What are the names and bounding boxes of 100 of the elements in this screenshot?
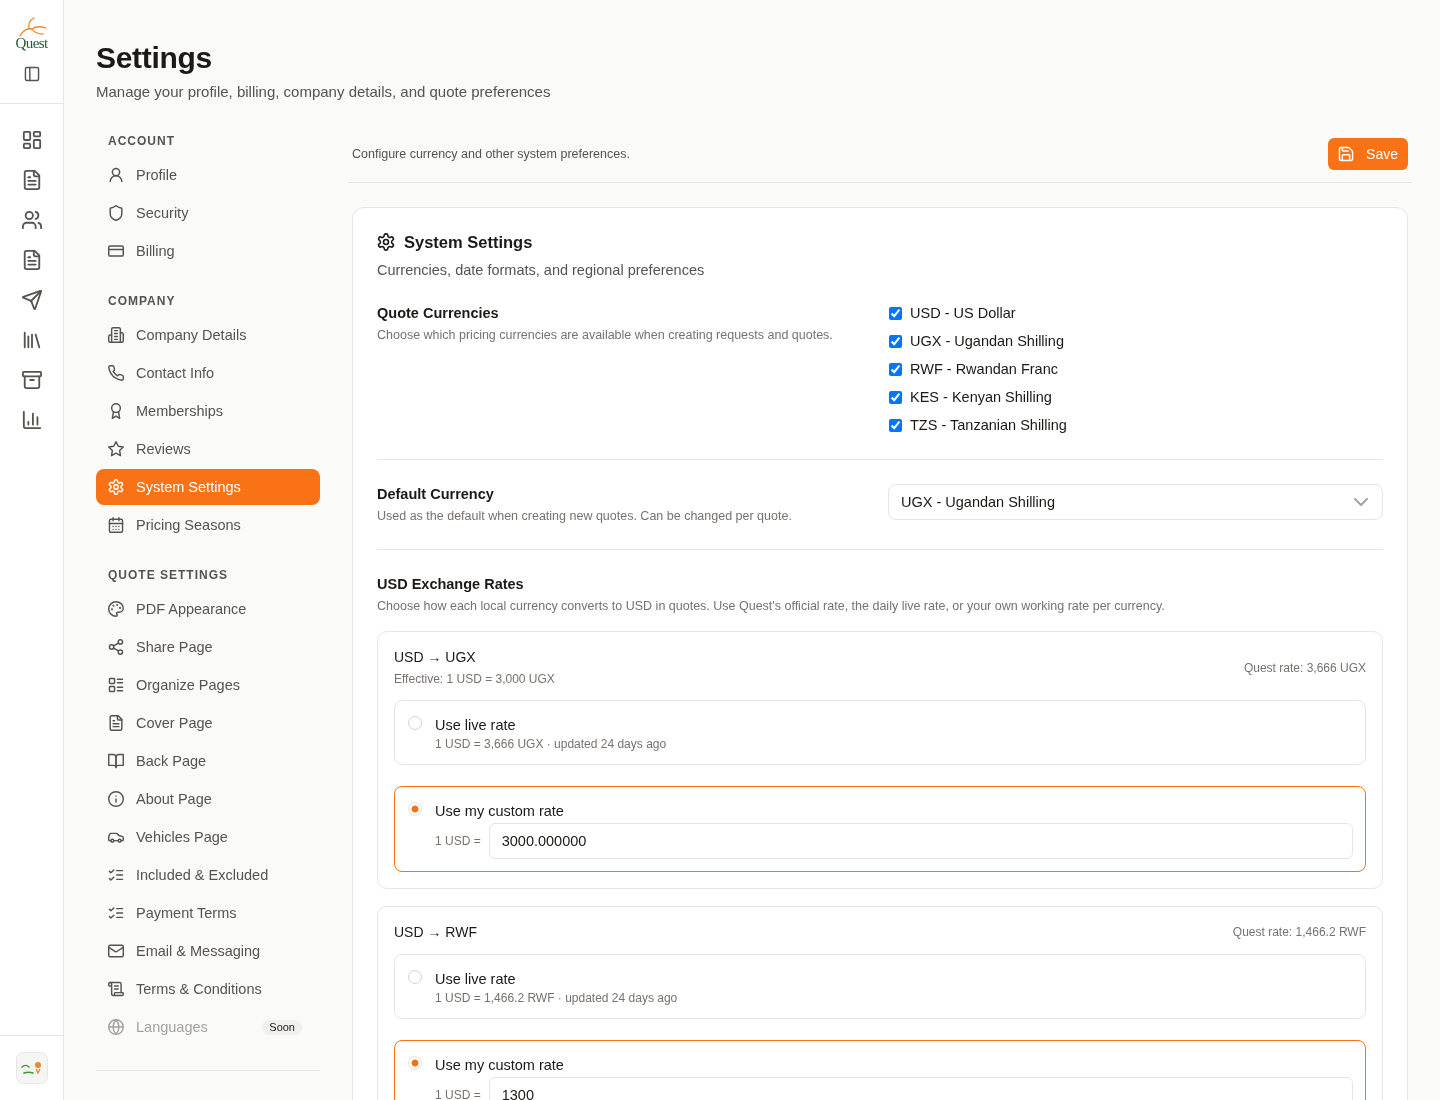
quest-rate: Quest rate: 3,666 UGX [1243,659,1366,676]
nav-item[interactable]: Terms & Conditions [96,971,320,1007]
nav-item[interactable]: Profile [96,157,320,193]
settings-icon [108,479,124,495]
section-title: Quote Currencies [377,304,500,323]
save-icon [1338,146,1355,162]
nav-item[interactable]: Pricing Seasons [96,507,320,543]
checklist-icon [108,867,124,883]
currency-label: UGX - Ugandan Shilling [910,332,1064,351]
nav-item[interactable]: PDF Appearance [96,591,320,627]
building-icon [108,327,124,343]
currency-checkbox[interactable] [889,334,902,348]
currency-checkbox[interactable] [889,306,902,320]
palette-icon [108,601,124,617]
info-icon [108,791,124,807]
book-icon [108,753,124,769]
option-detail: 1 USD = 1,466.2 RWF · updated 24 days ago [435,990,679,1006]
currency-label: USD - US Dollar [910,304,1016,323]
nav-item[interactable]: Email & Messaging [96,933,320,969]
content-description: Configure currency and other system preferences. [352,147,630,161]
section-heading: ACCOUNT [107,133,176,150]
rate-prefix: 1 USD = [435,1088,481,1100]
page-title: Settings [96,40,213,76]
brand-name: Quest [15,36,48,50]
rate-option[interactable]: Use my custom rate 1 USD = 1300 [394,1040,1366,1100]
section-heading: COMPANY [107,293,177,310]
grid-icon[interactable] [21,130,42,150]
nav-item[interactable]: About Page [96,781,320,817]
nav-item[interactable]: Company Details [96,317,320,353]
nav-item[interactable]: Vehicles Page [96,819,320,855]
checklist-icon [108,905,124,921]
send-icon[interactable] [21,290,42,310]
section-heading: QUOTE SETTINGS [107,567,229,584]
rate-option[interactable]: Use live rate 1 USD = 3,666 UGX · updated 24 days ago [394,700,1366,765]
currency-label: KES - Kenyan Shilling [910,388,1052,407]
rate-option[interactable]: Use live rate 1 USD = 1,466.2 RWF · updated 24 days ago [394,954,1366,1019]
section-description: Choose which pricing currencies are available when creating requests and quotes. [377,327,834,344]
option-title: Use my custom rate [435,1056,565,1075]
option-detail: 1 USD = 3,666 UGX · updated 24 days ago [435,736,668,752]
nav-item[interactable]: Back Page [96,743,320,779]
option-title: Use my custom rate [435,802,565,821]
status-badge: Soon [262,1019,302,1035]
credit-card-icon [108,243,124,259]
chevron-down-icon [1354,495,1368,509]
effective-rate: Effective: 1 USD = 3,000 UGX [394,671,555,687]
nav-item[interactable]: Contact Info [96,355,320,391]
ribbon-icon [108,403,124,419]
company-logo-icon[interactable] [15,1052,48,1084]
currency-checkbox[interactable] [889,362,902,376]
page-subtitle: Manage your profile, billing, company details, and quote preferences [96,82,552,102]
rate-prefix: 1 USD = [435,834,481,848]
globe-icon [108,1019,124,1035]
sidebar-toggle-icon[interactable] [23,66,40,82]
settings-icon [377,233,395,251]
rate-pair-title: USD → UGX [394,648,477,666]
section-description: Choose how each local currency converts to USD in quotes. Use Quest's official rate, the daily live rate, or your own working rate per currency. [377,598,1166,615]
document-icon[interactable] [21,250,42,270]
nav-item[interactable]: Memberships [96,393,320,429]
layout-list-icon [108,677,124,693]
radio-button[interactable] [408,802,422,816]
nav-item[interactable]: Security [96,195,320,231]
library-icon[interactable] [21,330,42,350]
user-icon [108,167,124,183]
phone-icon [108,365,124,381]
section-description: Used as the default when creating new quotes. Can be changed per quote. [377,508,793,525]
card-subtitle: Currencies, date formats, and regional preferences [377,261,706,280]
nav-item[interactable]: Payment Terms [96,895,320,931]
nav-item[interactable]: Included & Excluded [96,857,320,893]
shield-icon [108,205,124,221]
share-icon [108,639,124,655]
rate-input[interactable]: 3000.000000 [488,823,1353,859]
nav-item[interactable]: Billing [96,233,320,269]
nav-item[interactable]: Share Page [96,629,320,665]
nav-item[interactable]: Reviews [96,431,320,467]
currency-checkbox[interactable] [889,390,902,404]
nav-item[interactable]: Cover Page [96,705,320,741]
currency-select[interactable]: UGX - Ugandan Shilling [888,484,1383,520]
option-title: Use live rate [435,970,517,989]
users-icon[interactable] [21,210,42,230]
star-icon [108,441,124,457]
radio-button[interactable] [408,716,422,730]
card-title: System Settings [404,232,533,253]
archive-icon[interactable] [21,370,42,390]
currency-checkbox[interactable] [889,418,902,432]
section-title: USD Exchange Rates [377,575,525,594]
quest-rate: Quest rate: 1,466.2 RWF [1232,924,1366,940]
currency-label: RWF - Rwandan Franc [910,360,1058,379]
bar-chart-icon[interactable] [21,410,42,430]
calendar-icon [108,517,124,533]
document-icon[interactable] [21,170,42,190]
option-title: Use live rate [435,716,517,735]
nav-item[interactable]: Organize Pages [96,667,320,703]
scroll-icon [108,981,124,997]
rate-option[interactable]: Use my custom rate 1 USD = 3000.000000 [394,786,1366,872]
radio-button[interactable] [408,1056,422,1070]
mail-icon [108,943,124,959]
rate-input[interactable]: 1300 [488,1077,1353,1100]
rate-pair-title: USD → RWF [394,923,477,941]
radio-button[interactable] [408,970,422,984]
section-title: Default Currency [377,485,495,504]
